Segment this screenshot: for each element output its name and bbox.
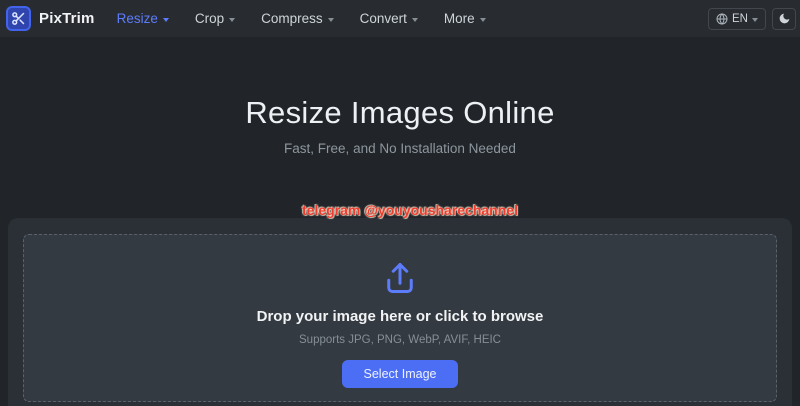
hero-section: Resize Images Online Fast, Free, and No … <box>0 37 800 156</box>
chevron-down-icon <box>229 18 235 22</box>
main-nav: Resize Crop Compress Convert More <box>117 11 486 26</box>
upload-icon <box>382 260 418 301</box>
chevron-down-icon <box>163 18 169 22</box>
moon-icon <box>778 12 791 25</box>
brand-name: PixTrim <box>39 10 95 27</box>
nav-item-label: Convert <box>360 11 407 26</box>
top-navbar: PixTrim Resize Crop Compress Convert Mor… <box>0 0 800 37</box>
language-selector[interactable]: EN <box>708 8 766 30</box>
nav-item-compress[interactable]: Compress <box>261 11 334 26</box>
supported-formats: Supports JPG, PNG, WebP, AVIF, HEIC <box>299 334 501 346</box>
chevron-down-icon <box>480 18 486 22</box>
nav-item-more[interactable]: More <box>444 11 486 26</box>
nav-item-label: More <box>444 11 475 26</box>
globe-icon <box>716 13 728 25</box>
image-dropzone[interactable]: Drop your image here or click to browse … <box>23 234 777 402</box>
language-label: EN <box>732 13 748 25</box>
nav-item-crop[interactable]: Crop <box>195 11 235 26</box>
scissors-icon <box>6 6 31 31</box>
page-subtitle: Fast, Free, and No Installation Needed <box>0 141 800 156</box>
nav-item-label: Compress <box>261 11 323 26</box>
nav-item-convert[interactable]: Convert <box>360 11 418 26</box>
chevron-down-icon <box>328 18 334 22</box>
header-actions: EN <box>708 8 796 30</box>
page-title: Resize Images Online <box>0 95 800 131</box>
nav-item-label: Crop <box>195 11 224 26</box>
brand-logo[interactable]: PixTrim <box>6 6 95 31</box>
watermark-text: telegram @youyousharechannel <box>302 202 518 218</box>
chevron-down-icon <box>752 18 758 22</box>
select-image-button[interactable]: Select Image <box>342 360 459 388</box>
upload-card: Drop your image here or click to browse … <box>8 218 792 406</box>
nav-item-label: Resize <box>117 11 158 26</box>
chevron-down-icon <box>412 18 418 22</box>
theme-toggle-button[interactable] <box>772 8 796 30</box>
nav-item-resize[interactable]: Resize <box>117 11 169 26</box>
dropzone-instruction: Drop your image here or click to browse <box>257 308 544 325</box>
